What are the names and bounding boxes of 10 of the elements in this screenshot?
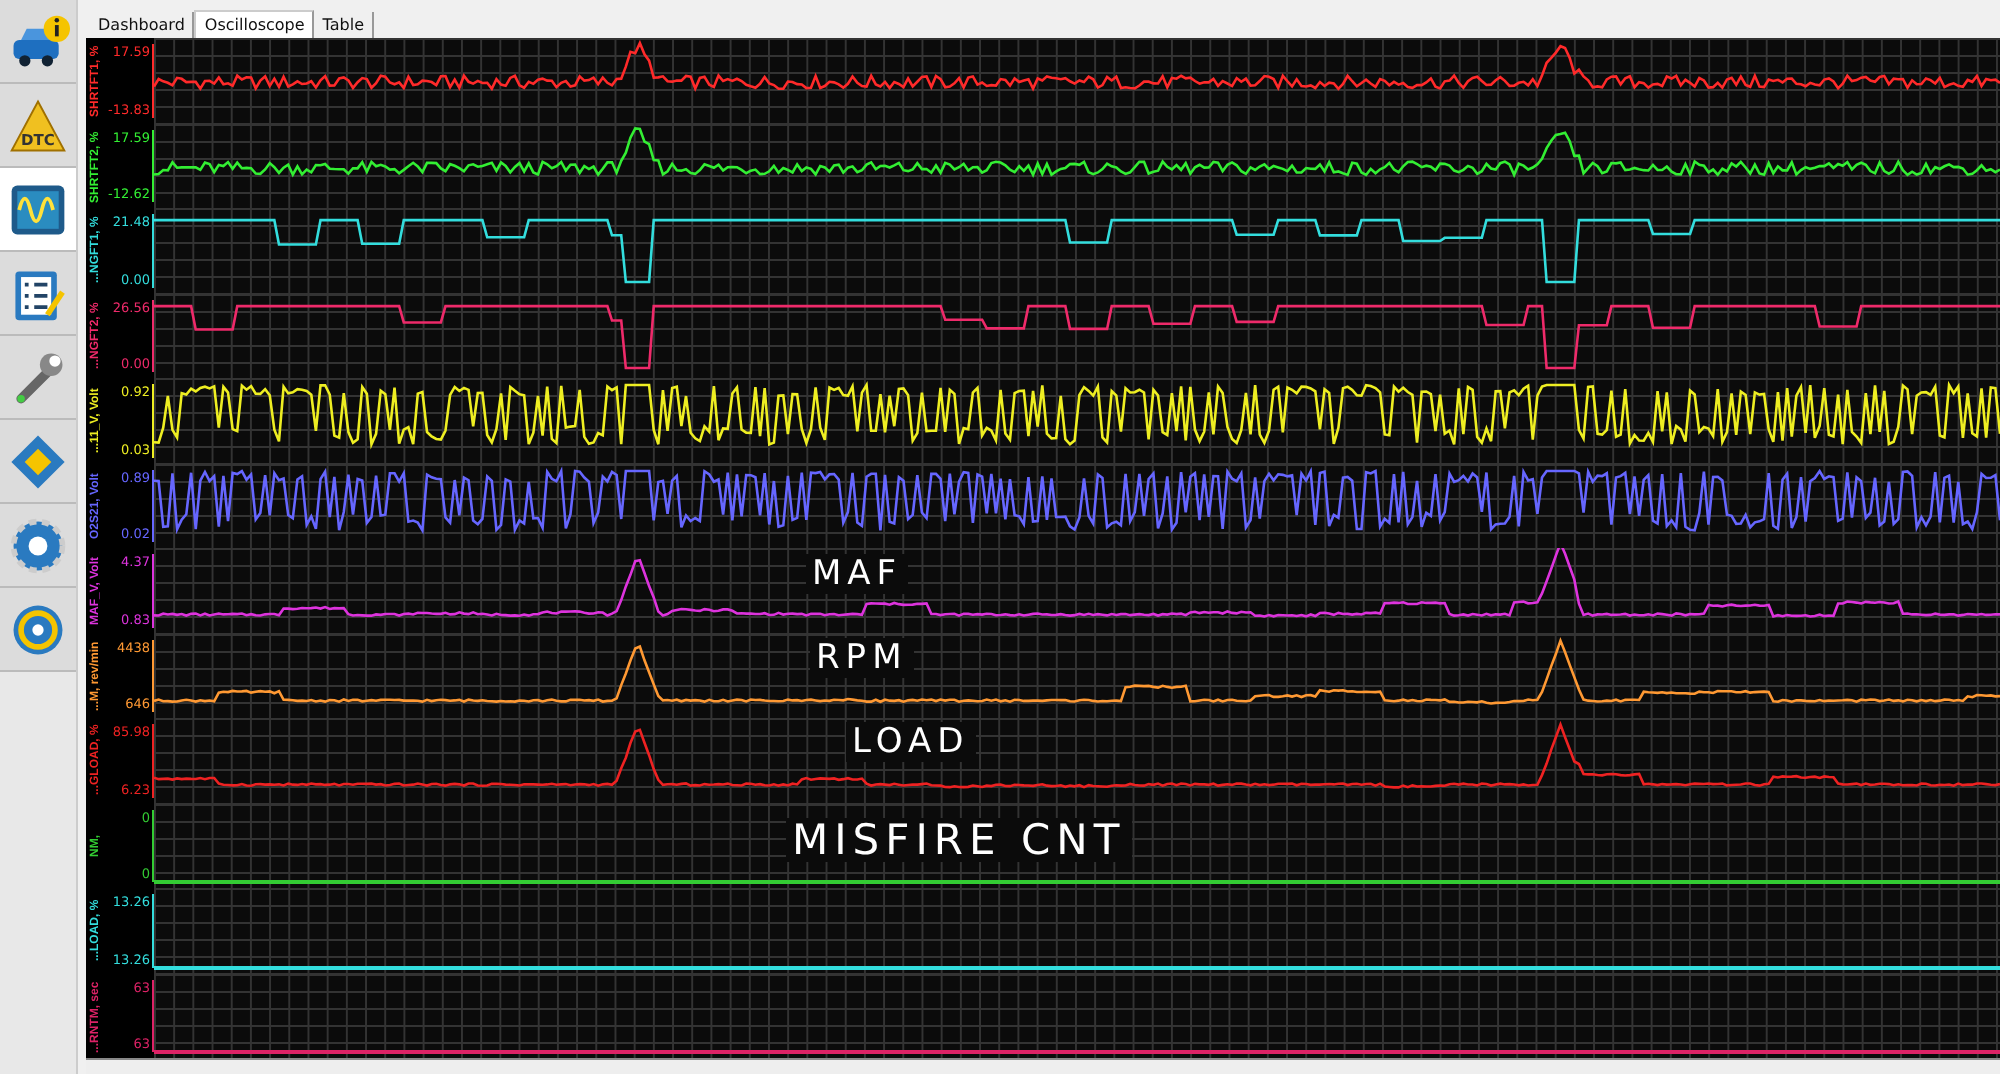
handwritten-note: MISFIRE CNT [786,818,1132,862]
handwritten-note: MAF [806,554,909,594]
handwritten-note: RPM [810,638,914,678]
tab[interactable]: Oscilloscope [194,10,315,38]
sidebar-button[interactable]: DTC [0,84,76,168]
sidebar-button[interactable] [0,252,76,336]
sidebar-button[interactable] [0,168,76,252]
sidebar-button[interactable] [0,0,76,84]
handwritten-note: LOAD [846,722,976,762]
settings-icon [6,513,70,577]
